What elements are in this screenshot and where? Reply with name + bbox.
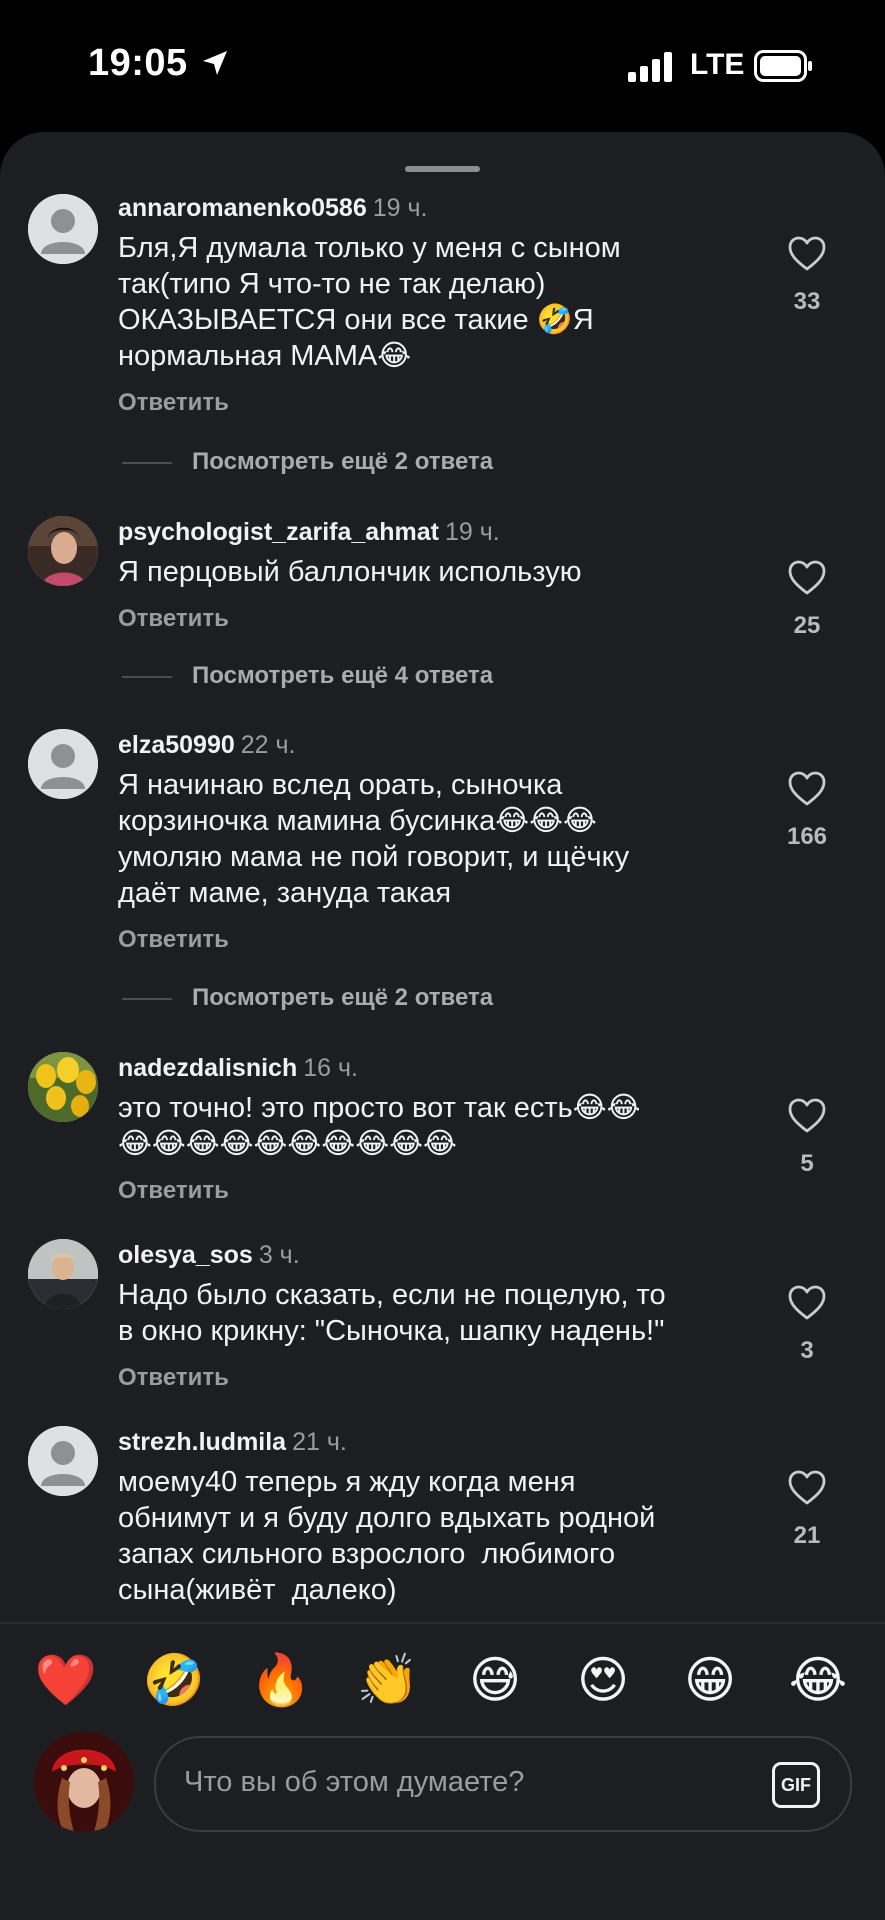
avatar[interactable] [28, 729, 98, 799]
avatar[interactable] [28, 194, 98, 264]
reply-button[interactable]: Ответить [118, 604, 728, 634]
comment-time: 21 ч. [292, 1428, 347, 1456]
cellular-signal-icon [628, 52, 672, 82]
heart-outline-icon [788, 1470, 826, 1505]
like-count: 33 [793, 288, 821, 315]
default-avatar-icon [28, 194, 98, 264]
user-photo [28, 1052, 98, 1122]
heart-outline-icon [788, 771, 826, 806]
reaction-grin[interactable]: 😁 [670, 1640, 750, 1720]
avatar[interactable] [28, 1426, 98, 1496]
view-more-replies[interactable]: Посмотреть ещё 2 ответа [122, 983, 722, 1013]
default-avatar-icon [28, 1426, 98, 1496]
like-button[interactable]: 25 [757, 560, 857, 640]
comment-text: моему40 теперь я жду когда меня обнимут … [118, 1466, 656, 1606]
reaction-rofl[interactable]: 🤣 [134, 1640, 214, 1720]
like-button[interactable]: 21 [757, 1470, 857, 1550]
comment-text: это точно! это просто вот так есть😂😂 😂😂😂… [118, 1092, 641, 1160]
comment-body: strezh.ludmila 21 ч. моему40 теперь я жду… [118, 1426, 728, 1608]
comment-time: 19 ч. [444, 518, 500, 546]
view-more-replies-label: Посмотреть ещё 2 ответа [192, 448, 494, 475]
reply-button[interactable]: Ответить [118, 925, 728, 955]
comment-composer: Что вы об этом думаете? GIF [0, 1732, 885, 1852]
comment-body: elza50990 22 ч. Я начинаю вслед орать, сы… [118, 729, 728, 955]
like-button[interactable]: 5 [757, 1098, 857, 1178]
my-avatar[interactable] [34, 1732, 134, 1832]
reaction-sweat-smile[interactable]: 😅 [455, 1640, 535, 1720]
like-button[interactable]: 166 [757, 771, 857, 851]
comment-body: annaromanenko0586 19 ч. Бля,Я думала толь… [118, 192, 728, 418]
location-arrow-icon [203, 51, 227, 75]
reaction-heart[interactable]: ❤️ [26, 1640, 106, 1720]
like-count: 25 [793, 612, 821, 639]
comment-text: Бля,Я думала только у меня с сыном так(т… [118, 232, 621, 372]
avatar[interactable] [28, 1052, 98, 1122]
gif-button[interactable]: GIF [772, 1762, 820, 1808]
view-more-replies-label: Посмотреть ещё 4 ответа [192, 662, 494, 689]
comment-username[interactable]: nadezdalisnich [118, 1054, 297, 1082]
battery-icon [754, 50, 812, 82]
status-time: 19:05 [88, 42, 188, 84]
sheet-drag-handle[interactable] [405, 166, 480, 172]
like-count: 5 [800, 1150, 814, 1177]
reply-button[interactable]: Ответить [118, 1176, 728, 1206]
reaction-heart-eyes[interactable]: 😍 [563, 1640, 643, 1720]
comment-time: 19 ч. [372, 194, 428, 222]
reply-button[interactable]: Ответить [118, 388, 728, 418]
comment-time: 22 ч. [240, 731, 296, 759]
comment-time: 3 ч. [258, 1241, 300, 1269]
reply-button[interactable]: Ответить [118, 1363, 728, 1393]
heart-outline-icon [788, 236, 826, 271]
reaction-clap[interactable]: 👏 [348, 1640, 428, 1720]
avatar[interactable] [28, 516, 98, 586]
avatar[interactable] [28, 1239, 98, 1309]
comments-sheet: annaromanenko0586 19 ч. Бля,Я думала толь… [0, 132, 885, 1920]
comment-body: olesya_sos 3 ч. Надо было сказать, если н… [118, 1239, 728, 1393]
comment-text: Я перцовый баллончик использую [118, 556, 582, 588]
comment-body: nadezdalisnich 16 ч. это точно! это прост… [118, 1052, 728, 1206]
comment-username[interactable]: olesya_sos [118, 1241, 253, 1269]
user-photo [28, 1239, 98, 1309]
comment-time: 16 ч. [303, 1054, 358, 1082]
view-more-replies-label: Посмотреть ещё 2 ответа [192, 984, 494, 1011]
comment-username[interactable]: strezh.ludmila [118, 1428, 286, 1456]
network-type: LTE [690, 48, 745, 81]
like-count: 166 [786, 823, 828, 850]
default-avatar-icon [28, 729, 98, 799]
like-count: 3 [800, 1337, 814, 1364]
comment-username[interactable]: psychologist_zarifa_ahmat [118, 518, 439, 546]
heart-outline-icon [788, 560, 826, 595]
status-bar: 19:05 LTE [0, 0, 885, 130]
like-count: 21 [793, 1522, 821, 1549]
heart-outline-icon [788, 1098, 826, 1133]
reaction-fire[interactable]: 🔥 [241, 1640, 321, 1720]
view-more-replies[interactable]: Посмотреть ещё 2 ответа [122, 447, 722, 477]
comment-text: Надо было сказать, если не поцелую, то в… [118, 1279, 666, 1347]
replies-divider-line [122, 676, 172, 678]
comment-text: Я начинаю вслед орать, сыночка корзиночк… [118, 769, 630, 909]
like-button[interactable]: 33 [757, 236, 857, 316]
reactions-divider [0, 1622, 885, 1624]
heart-outline-icon [788, 1285, 826, 1320]
replies-divider-line [122, 998, 172, 1000]
comment-input-placeholder: Что вы об этом думаете? [184, 1766, 525, 1798]
comment-username[interactable]: elza50990 [118, 731, 235, 759]
replies-divider-line [122, 462, 172, 464]
like-button[interactable]: 3 [757, 1285, 857, 1365]
comment-username[interactable]: annaromanenko0586 [118, 194, 367, 222]
my-profile-photo [34, 1732, 134, 1832]
comment-input[interactable]: Что вы об этом думаете? GIF [154, 1736, 852, 1832]
view-more-replies[interactable]: Посмотреть ещё 4 ответа [122, 661, 722, 691]
reaction-joy[interactable]: 😂 [778, 1640, 858, 1720]
comment-body: psychologist_zarifa_ahmat 19 ч. Я перцовы… [118, 516, 728, 634]
quick-reactions-bar: ❤️ 🤣 🔥 👏 😅 😍 😁 😂 [0, 1640, 885, 1720]
user-photo [28, 516, 98, 586]
